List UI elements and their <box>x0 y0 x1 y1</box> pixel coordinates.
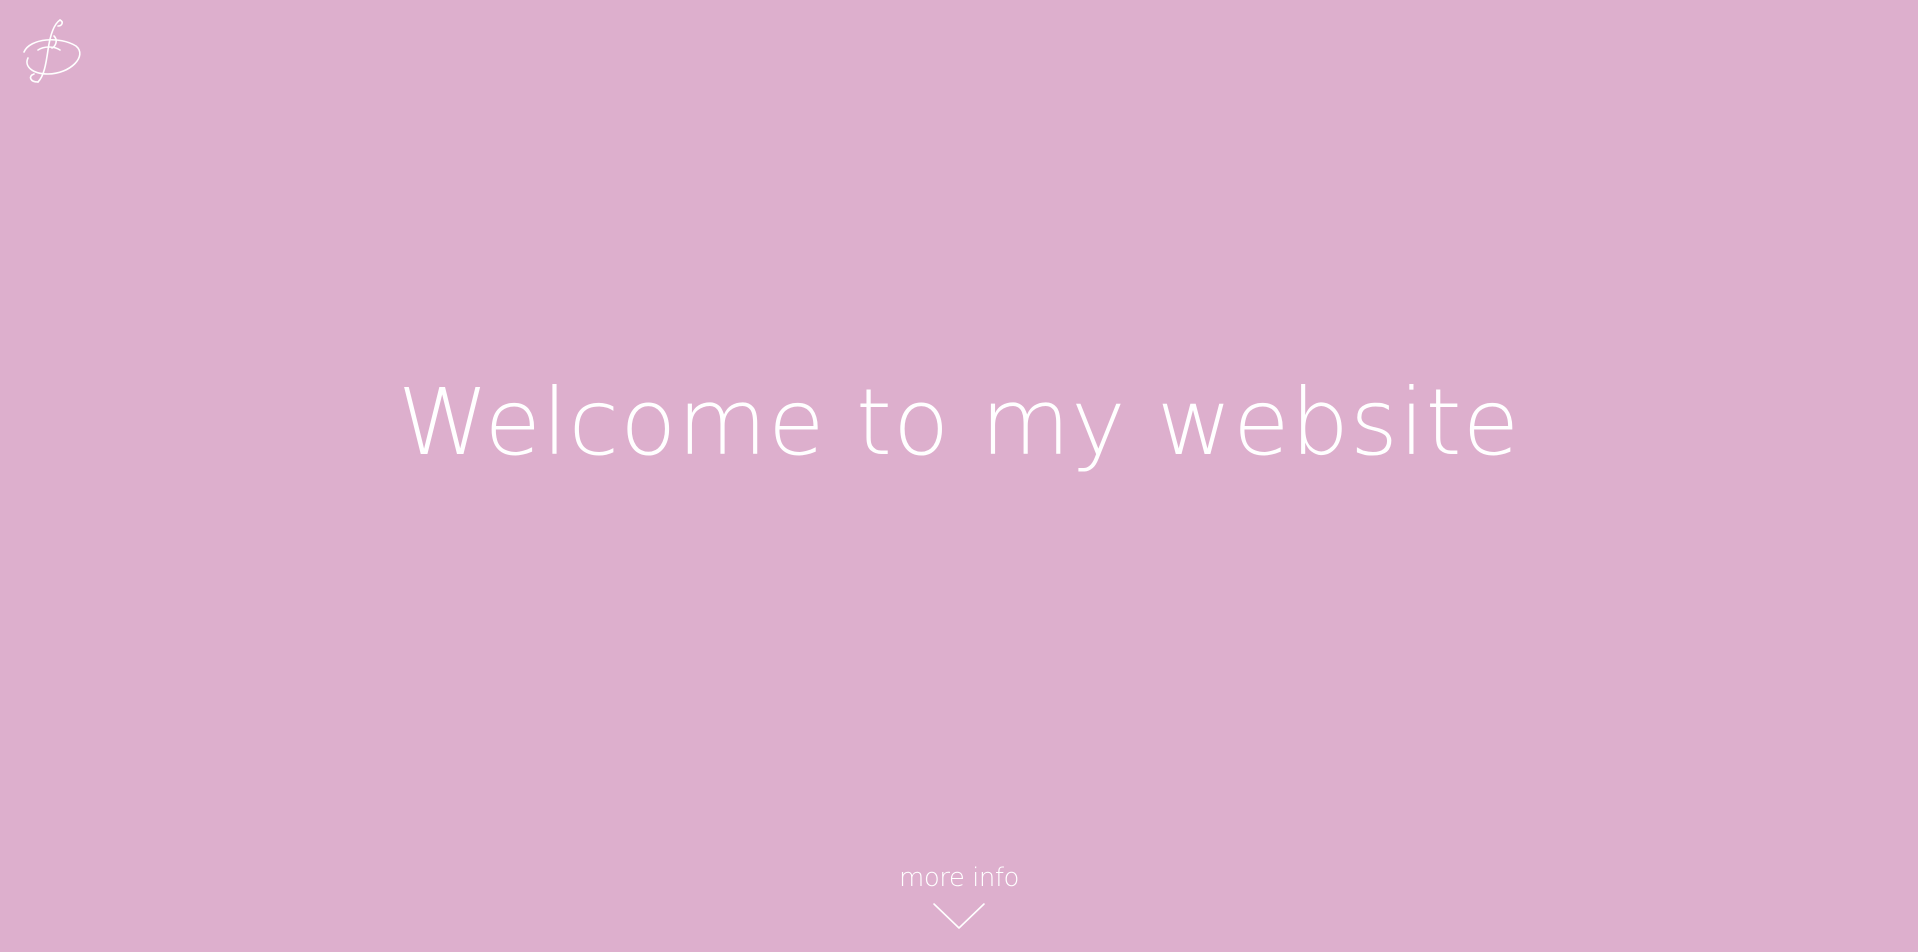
more-info-label: more info <box>899 863 1019 893</box>
chevron-down-icon <box>933 903 985 929</box>
logo-monogram-icon[interactable] <box>20 16 82 84</box>
more-info-link[interactable]: more info <box>859 860 1059 940</box>
hero-title: Welcome to my website <box>397 369 1521 476</box>
